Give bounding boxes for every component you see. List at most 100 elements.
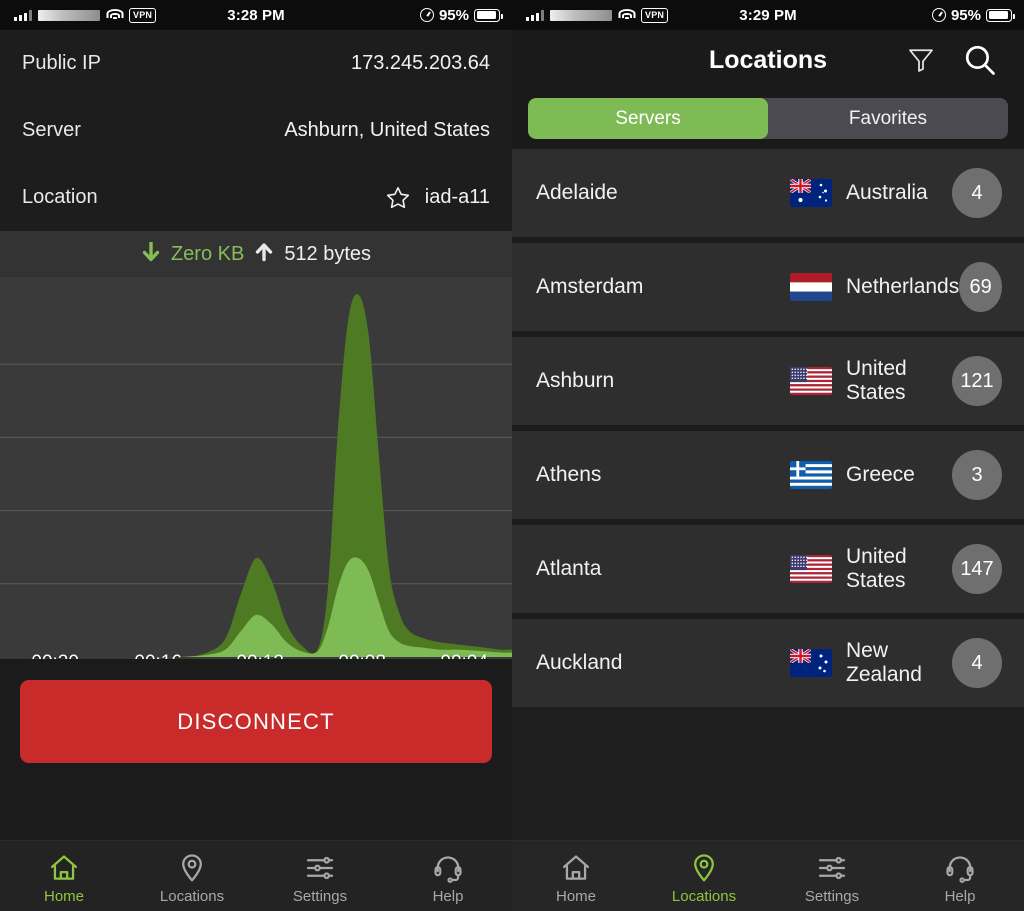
- server-row: Server Ashburn, United States: [22, 97, 490, 164]
- orientation-lock-icon: [931, 8, 946, 22]
- filter-button[interactable]: [906, 45, 936, 75]
- server-country: Netherlands: [846, 275, 960, 298]
- upload-value: 512 bytes: [284, 242, 372, 265]
- server-row[interactable]: Atlanta United States 147: [512, 525, 1024, 613]
- server-row[interactable]: Amsterdam Netherlands 69: [512, 243, 1024, 331]
- server-country-cell: United States: [790, 357, 952, 405]
- location-value-group: iad-a11: [385, 185, 490, 211]
- search-button[interactable]: [962, 42, 998, 78]
- home-icon: [50, 854, 78, 880]
- tab-home[interactable]: Home: [512, 841, 640, 911]
- tab-label: Locations: [671, 887, 737, 905]
- home-screen-panel: VPN 3:28 PM 95% Public IP 173.245.203.64…: [0, 0, 512, 911]
- traffic-stats-bar: Zero KB 512 bytes: [0, 231, 512, 277]
- tab-locations[interactable]: Locations: [640, 841, 768, 911]
- home-icon: [562, 854, 590, 880]
- disconnect-button-area: DISCONNECT: [0, 659, 512, 781]
- status-bar-right: VPN 3:29 PM 95%: [512, 0, 1024, 30]
- flag-us: [790, 555, 832, 583]
- server-country: Greece: [846, 463, 915, 486]
- navigation-header: Locations: [512, 30, 1024, 90]
- flag-gr: [790, 461, 832, 489]
- tab-help[interactable]: Help: [384, 841, 512, 911]
- headset-icon: [434, 855, 462, 883]
- server-city: Atlanta: [536, 557, 602, 580]
- server-count-badge: 4: [952, 638, 1002, 688]
- tab-home[interactable]: Home: [0, 841, 128, 911]
- download-arrow-icon: [142, 242, 160, 262]
- server-row[interactable]: Ashburn United States 121: [512, 337, 1024, 425]
- favorite-star-icon[interactable]: [385, 185, 411, 211]
- tab-label: Locations: [159, 887, 225, 905]
- filter-icon: [909, 49, 933, 72]
- throughput-chart-svg: [0, 294, 512, 658]
- battery-icon: [474, 8, 503, 22]
- sliders-icon: [818, 856, 846, 879]
- server-count-badge: 4: [952, 168, 1002, 218]
- tab-locations[interactable]: Locations: [128, 841, 256, 911]
- flag-nz: [790, 649, 832, 677]
- search-icon: [965, 45, 995, 75]
- segment-tab-servers[interactable]: Servers: [528, 98, 768, 139]
- server-country-cell: Australia: [790, 179, 952, 207]
- server-label: Server: [22, 119, 81, 141]
- server-count-badge: 69: [959, 262, 1002, 312]
- locations-screen-panel: VPN 3:29 PM 95% Locations Servers Favori…: [512, 0, 1024, 911]
- bottom-tab-bar-right: Home Locations Settings Help: [512, 840, 1024, 911]
- location-row: Location iad-a11: [22, 164, 490, 231]
- server-country: New Zealand: [846, 639, 922, 686]
- server-count-badge: 121: [952, 356, 1002, 406]
- upload-arrow-icon: [256, 243, 273, 262]
- segmented-control-wrap: Servers Favorites: [512, 90, 1024, 149]
- location-label: Location: [22, 186, 98, 208]
- server-country: United States: [846, 357, 907, 404]
- orientation-lock-icon: [419, 8, 434, 22]
- server-country: Australia: [846, 181, 928, 204]
- tab-settings[interactable]: Settings: [768, 841, 896, 911]
- header-actions: [906, 42, 1024, 78]
- public-ip-value: 173.245.203.64: [350, 52, 490, 74]
- pin-icon: [182, 853, 202, 881]
- server-list[interactable]: Adelaide Australia 4 Amsterdam Netherlands 69…: [512, 149, 1024, 707]
- flag-au: [790, 179, 832, 207]
- tab-label: Home: [555, 887, 596, 905]
- connection-info-area: Public IP 173.245.203.64 Server Ashburn,…: [0, 30, 512, 231]
- server-city: Auckland: [536, 651, 623, 674]
- server-city: Athens: [536, 463, 602, 486]
- server-row[interactable]: Athens Greece 3: [512, 431, 1024, 519]
- disconnect-button[interactable]: DISCONNECT: [20, 680, 492, 763]
- sliders-icon: [306, 856, 334, 879]
- server-country: United States: [846, 545, 907, 592]
- pin-icon: [694, 853, 714, 881]
- status-bar-left: VPN 3:28 PM 95%: [0, 0, 512, 30]
- tab-label: Settings: [804, 887, 860, 905]
- server-country-cell: United States: [790, 545, 952, 593]
- status-bar-clock: 3:29 PM: [739, 6, 797, 24]
- segment-tab-favorites[interactable]: Favorites: [768, 98, 1008, 139]
- flag-nl: [790, 273, 832, 301]
- public-ip-row: Public IP 173.245.203.64: [22, 30, 490, 97]
- flag-us: [790, 367, 832, 395]
- server-country-cell: Greece: [790, 461, 952, 489]
- server-city: Amsterdam: [536, 275, 644, 298]
- server-count-badge: 147: [952, 544, 1002, 594]
- battery-icon: [986, 8, 1015, 22]
- server-country-cell: Netherlands: [790, 273, 959, 301]
- tab-label: Settings: [292, 887, 348, 905]
- server-row[interactable]: Auckland New Zealand 4: [512, 619, 1024, 707]
- tab-help[interactable]: Help: [896, 841, 1024, 911]
- public-ip-label: Public IP: [22, 52, 101, 74]
- tab-label: Help: [944, 887, 976, 905]
- server-country-cell: New Zealand: [790, 639, 952, 687]
- bottom-tab-bar-left: Home Locations Settings Help: [0, 840, 512, 911]
- server-row[interactable]: Adelaide Australia 4: [512, 149, 1024, 237]
- tab-label: Help: [432, 887, 464, 905]
- server-city: Adelaide: [536, 181, 618, 204]
- tab-label: Home: [43, 887, 84, 905]
- location-code: iad-a11: [424, 186, 490, 208]
- server-count-badge: 3: [952, 450, 1002, 500]
- server-value: Ashburn, United States: [284, 119, 490, 141]
- tab-settings[interactable]: Settings: [256, 841, 384, 911]
- headset-icon: [946, 855, 974, 883]
- segmented-control: Servers Favorites: [528, 98, 1008, 139]
